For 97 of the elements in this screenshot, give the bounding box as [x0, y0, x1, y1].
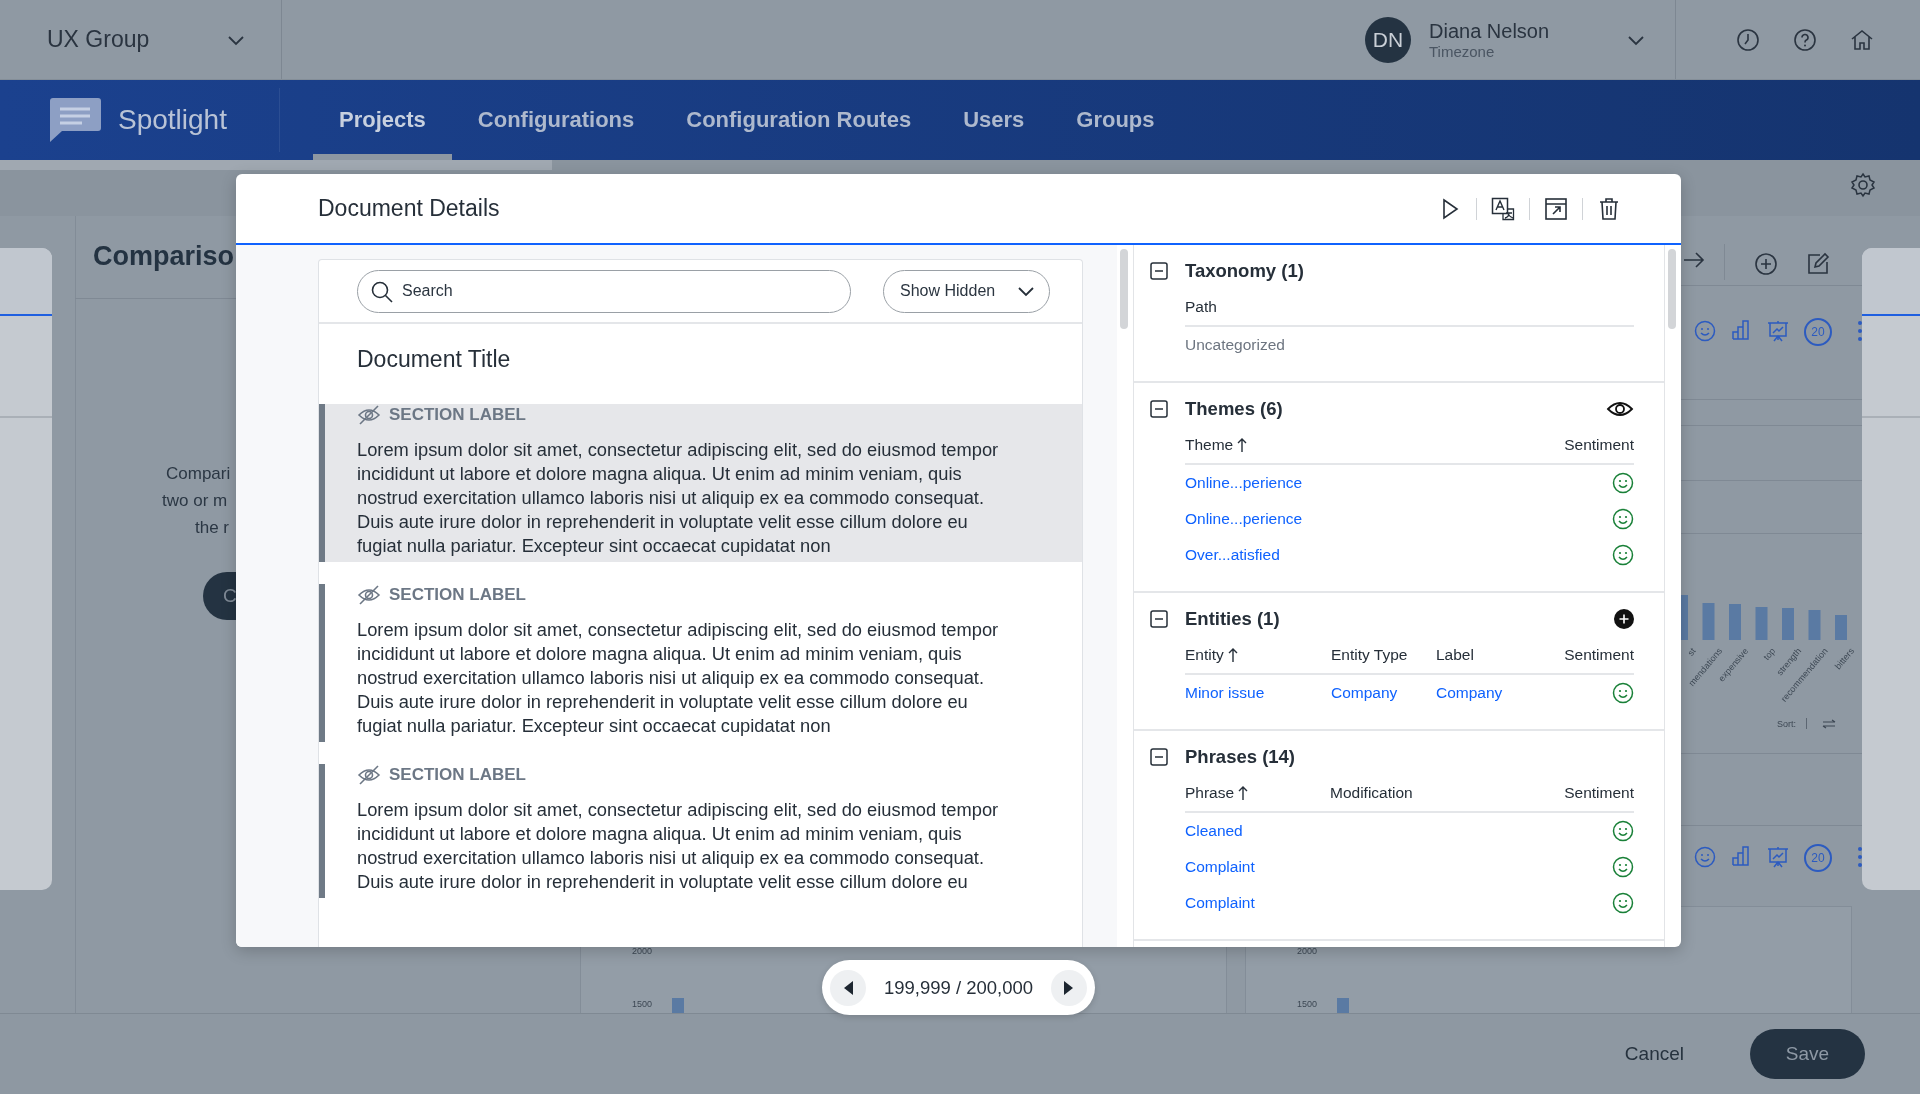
user-name: Diana Nelson: [1429, 19, 1551, 43]
caret-left-icon: [842, 979, 854, 996]
axis-tick: 2000: [632, 946, 653, 956]
scrollbar-thumb[interactable]: [1120, 249, 1128, 329]
axis-tick: 1500: [632, 999, 653, 1009]
document-title: Document Title: [356, 345, 512, 374]
smiley-icon: [1612, 892, 1634, 914]
clock-icon[interactable]: [1736, 27, 1760, 52]
smiley-icon: [1612, 820, 1634, 842]
collapse-icon[interactable]: [1150, 400, 1168, 418]
save-button[interactable]: Save: [1750, 1029, 1865, 1079]
settings-icon[interactable]: [1850, 172, 1876, 198]
arrow-up-icon[interactable]: [1238, 785, 1249, 801]
previous-button[interactable]: [830, 969, 866, 1006]
arrow-right-icon[interactable]: [1683, 251, 1705, 269]
eye-slash-icon[interactable]: [357, 583, 381, 607]
page-counter: 199,999 / 200,000: [883, 976, 1034, 999]
axis-tick: 1500: [1297, 999, 1318, 1009]
smiley-icon: [1612, 544, 1634, 566]
smiley-icon: [1612, 682, 1634, 704]
nav-tab[interactable]: Users: [937, 86, 1051, 160]
smiley-icon: [1612, 508, 1634, 530]
section-title: Phrases (14): [1185, 746, 1297, 768]
column-header[interactable]: Sentiment: [1564, 784, 1634, 802]
overflow-menu-icon[interactable]: [1857, 846, 1863, 868]
count-badge: 20: [1804, 844, 1832, 872]
eye-slash-icon[interactable]: [357, 763, 381, 787]
smiley-icon: [1612, 472, 1634, 494]
table-link[interactable]: Complaint: [1185, 849, 1330, 885]
eye-icon[interactable]: [1606, 399, 1634, 419]
section-label: SECTION LABEL: [389, 765, 526, 785]
brand-name: Spotlight: [118, 104, 227, 136]
column-header[interactable]: Theme: [1185, 436, 1234, 454]
table-link[interactable]: Minor issue: [1185, 675, 1331, 711]
column-header[interactable]: Label: [1436, 646, 1474, 664]
section-title: Themes (6): [1185, 398, 1284, 420]
chart-bar: [672, 998, 684, 1013]
overflow-menu-icon[interactable]: [1857, 320, 1863, 342]
column-header[interactable]: Phrase: [1185, 784, 1235, 802]
axis-tick: 2000: [1297, 946, 1318, 956]
collapse-icon[interactable]: [1150, 610, 1168, 628]
nav-tab[interactable]: Groups: [1050, 86, 1181, 160]
description-text: two or m: [162, 491, 228, 511]
table-link[interactable]: Company: [1436, 675, 1565, 711]
section-title: Entities (1): [1185, 608, 1281, 630]
chart-bar: [1337, 998, 1349, 1013]
column-header[interactable]: Entity Type: [1331, 646, 1408, 664]
section-text: Lorem ipsum dolor sit amet, consectetur adipiscing elit, sed do eiusmod tempor incididunt ut labore et dolore magna aliqua. Ut enim ad minim veniam, quis nostrud exercitation ullamco laboris nisi ut aliquip ex ea commodo consequat. Duis aute irure dolor in reprehenderit in voluptate velit esse cillum dolore eu: [357, 798, 1000, 894]
home-icon[interactable]: [1850, 27, 1874, 52]
table-link[interactable]: Online...perience: [1185, 501, 1565, 537]
section-label: SECTION LABEL: [389, 585, 526, 605]
column-header[interactable]: Sentiment: [1564, 436, 1634, 454]
table-link[interactable]: Complaint: [1185, 885, 1330, 921]
help-icon[interactable]: [1793, 27, 1817, 52]
column-header[interactable]: Sentiment: [1564, 646, 1634, 664]
search-icon: [371, 280, 393, 303]
column-header[interactable]: Modification: [1330, 784, 1413, 802]
org-selector[interactable]: UX Group: [0, 0, 282, 79]
next-button[interactable]: [1051, 969, 1087, 1006]
sort-label: Sort:: [1777, 719, 1796, 729]
table-cell-text: Uncategorized: [1185, 335, 1286, 355]
column-header[interactable]: Path: [1185, 298, 1217, 316]
table-link[interactable]: Company: [1331, 675, 1436, 711]
swap-icon[interactable]: [1822, 719, 1836, 729]
count-badge: 20: [1804, 318, 1832, 346]
caret-right-icon: [1063, 979, 1075, 996]
cancel-button[interactable]: Cancel: [1618, 1042, 1690, 1066]
section-text: Lorem ipsum dolor sit amet, consectetur adipiscing elit, sed do eiusmod tempor incididunt ut labore et dolore magna aliqua. Ut enim ad minim veniam, quis nostrud exercitation ullamco laboris nisi ut aliquip ex ea commodo consequat. Duis aute irure dolor in reprehenderit in voluptate velit esse cillum dolore eu fugiat nulla pariatur. Excepteur sint occaecat cupidatat non: [357, 618, 1000, 738]
user-timezone: Timezone: [1429, 42, 1496, 60]
description-text: Compari: [166, 464, 231, 484]
panel-title: Compariso: [93, 241, 235, 272]
nav-tab[interactable]: Configurations: [451, 86, 661, 160]
edit-icon[interactable]: [1806, 252, 1830, 276]
section-title: Taxonomy (1): [1185, 260, 1305, 282]
nav-tab[interactable]: Configuration Routes: [660, 86, 938, 160]
collapse-icon[interactable]: [1150, 748, 1168, 766]
collapse-icon[interactable]: [1150, 262, 1168, 280]
axis-label: top: [1761, 646, 1778, 662]
description-text: the r: [195, 518, 230, 538]
smiley-icon: [1612, 856, 1634, 878]
table-link[interactable]: Online...perience: [1185, 465, 1565, 501]
arrow-up-icon[interactable]: [1237, 437, 1248, 453]
arrow-up-icon[interactable]: [1227, 647, 1238, 663]
table-link[interactable]: Cleaned: [1185, 813, 1330, 849]
filter-dropdown[interactable]: Show Hidden: [883, 269, 1051, 313]
section-text: Lorem ipsum dolor sit amet, consectetur adipiscing elit, sed do eiusmod tempor incididunt ut labore et dolore magna aliqua. Ut enim ad minim veniam, quis nostrud exercitation ullamco laboris nisi ut aliquip ex ea commodo consequat. Duis aute irure dolor in reprehenderit in voluptate velit esse cillum dolore eu fugiat nulla pariatur. Excepteur sint occaecat cupidatat non: [357, 438, 1000, 558]
dialog-title: Document Details: [318, 195, 500, 222]
column-header[interactable]: Entity: [1185, 646, 1224, 664]
user-avatar[interactable]: DN: [1365, 16, 1411, 63]
document-section[interactable]: [319, 404, 1082, 562]
table-link[interactable]: Over...atisfied: [1185, 537, 1565, 573]
org-name: UX Group: [47, 26, 150, 53]
add-icon[interactable]: [1614, 609, 1634, 629]
scrollbar-thumb[interactable]: [1668, 249, 1676, 329]
eye-slash-icon[interactable]: [357, 403, 381, 427]
section-label: SECTION LABEL: [389, 405, 526, 425]
search-field[interactable]: Search: [357, 269, 851, 313]
